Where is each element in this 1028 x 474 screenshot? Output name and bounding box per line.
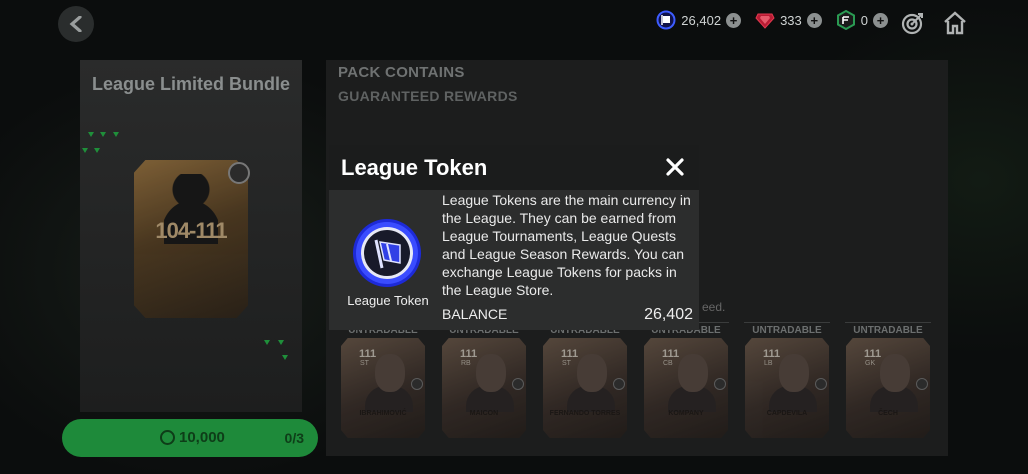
decor-triangle <box>82 148 88 153</box>
player-rating: 111 <box>561 348 579 360</box>
player-name: IBRAHIMOVIĆ <box>359 410 407 417</box>
bundle-player-card[interactable]: 104-111 <box>134 160 248 318</box>
league-token-count: 26,402 <box>681 12 722 28</box>
player-position: RB <box>461 360 471 367</box>
player-name: CAPDEVILA <box>766 410 808 417</box>
player-position: ST <box>562 360 571 367</box>
buy-bundle-button[interactable]: 10,000 0/3 <box>62 419 318 457</box>
player-card-face: 111 LB CAPDEVILA <box>745 338 829 438</box>
player-rating: 111 <box>359 348 377 360</box>
reward-card[interactable]: UNTRADABLE 111 GK ČECH <box>845 322 931 438</box>
player-rating: 111 <box>460 348 478 360</box>
player-head <box>678 354 708 392</box>
bundle-price: 10,000 <box>160 429 225 446</box>
player-head <box>880 354 910 392</box>
player-rating: 111 <box>763 348 781 360</box>
player-position: LB <box>764 360 773 367</box>
add-fc-points-button[interactable]: + <box>873 12 888 28</box>
player-head <box>779 354 809 392</box>
home-icon[interactable] <box>942 10 968 36</box>
fc-points-balance: 0 + <box>836 10 888 30</box>
balance-label: BALANCE <box>442 306 508 322</box>
gem-count: 333 <box>780 12 802 28</box>
decor-triangle <box>88 132 94 137</box>
bundle-title: League Limited Bundle <box>91 74 291 94</box>
player-card-face: 111 GK ČECH <box>846 338 930 438</box>
rewards-note: eed. <box>702 300 726 314</box>
reward-card[interactable]: UNTRADABLE 111 CB KOMPANY <box>643 322 729 438</box>
decor-triangle <box>94 148 100 153</box>
fc-points-icon <box>836 10 856 30</box>
bundle-panel: League Limited Bundle 104-111 <box>80 60 302 412</box>
pack-contains-title: PACK CONTAINS <box>338 64 465 81</box>
player-rating: 111 <box>662 348 680 360</box>
untradable-icon <box>916 378 928 390</box>
decor-triangle <box>278 340 284 345</box>
fc-points-count: 0 <box>860 12 868 28</box>
back-button[interactable] <box>58 6 94 42</box>
player-card-face: 111 RB MAICON <box>442 338 526 438</box>
untradable-icon <box>714 378 726 390</box>
player-name: KOMPANY <box>668 410 704 417</box>
gem-balance: 333 + <box>755 10 822 30</box>
untradable-icon <box>613 378 625 390</box>
player-head <box>577 354 607 392</box>
player-head <box>375 354 405 392</box>
reward-card[interactable]: UNTRADABLE 111 ST FERNANDO TORRES <box>542 322 628 438</box>
reward-card[interactable]: UNTRADABLE 111 RB MAICON <box>441 322 527 438</box>
bundle-price-value: 10,000 <box>179 429 225 446</box>
league-token-icon <box>656 10 676 30</box>
token-description: League Tokens are the main currency in t… <box>442 192 691 298</box>
chevron-left-icon <box>69 16 82 32</box>
player-position: CB <box>663 360 673 367</box>
untradable-icon <box>512 378 524 390</box>
player-name: FERNANDO TORRES <box>549 410 621 417</box>
untradable-icon <box>228 162 250 184</box>
currency-bar: 26,402 + 333 + 0 + <box>656 10 888 30</box>
reward-card[interactable]: UNTRADABLE 111 ST IBRAHIMOVIĆ <box>340 322 426 438</box>
player-head <box>476 354 506 392</box>
decor-triangle <box>100 132 106 137</box>
untradable-label: UNTRADABLE <box>744 322 830 336</box>
decor-triangle <box>282 355 288 360</box>
modal-title: League Token <box>341 155 488 180</box>
league-token-icon <box>160 430 175 445</box>
player-name: MAICON <box>469 410 499 417</box>
player-position: ST <box>360 360 369 367</box>
decor-triangle <box>113 132 119 137</box>
decor-triangle <box>264 340 270 345</box>
league-token-modal: League Token League Token League Tokens … <box>329 145 699 330</box>
league-token-balance: 26,402 + <box>656 10 742 30</box>
balance-value: 26,402 <box>644 306 693 323</box>
player-rating: 111 <box>864 348 882 360</box>
untradable-icon <box>411 378 423 390</box>
purchase-limit: 0/3 <box>284 430 304 446</box>
player-card-face: 111 ST IBRAHIMOVIĆ <box>341 338 425 438</box>
player-position: GK <box>865 360 876 367</box>
close-icon[interactable] <box>665 157 685 177</box>
player-card-face: 111 CB KOMPANY <box>644 338 728 438</box>
player-card-face: 111 ST FERNANDO TORRES <box>543 338 627 438</box>
reward-card[interactable]: UNTRADABLE 111 LB CAPDEVILA <box>744 322 830 438</box>
modal-header: League Token <box>329 145 699 190</box>
player-name: ČECH <box>878 410 898 417</box>
untradable-label: UNTRADABLE <box>845 322 931 336</box>
token-label: League Token <box>347 293 429 308</box>
gem-icon <box>755 10 775 30</box>
objectives-icon[interactable] <box>901 11 925 35</box>
add-gems-button[interactable]: + <box>806 12 822 28</box>
guaranteed-rewards-title: GUARANTEED REWARDS <box>338 88 518 104</box>
league-token-icon <box>353 219 421 287</box>
untradable-icon <box>815 378 827 390</box>
bundle-card-rating: 104-111 <box>155 218 227 243</box>
reward-cards-row: UNTRADABLE 111 ST IBRAHIMOVIĆ UNTRADABLE 111 R… <box>340 322 931 438</box>
add-league-tokens-button[interactable]: + <box>726 12 742 28</box>
